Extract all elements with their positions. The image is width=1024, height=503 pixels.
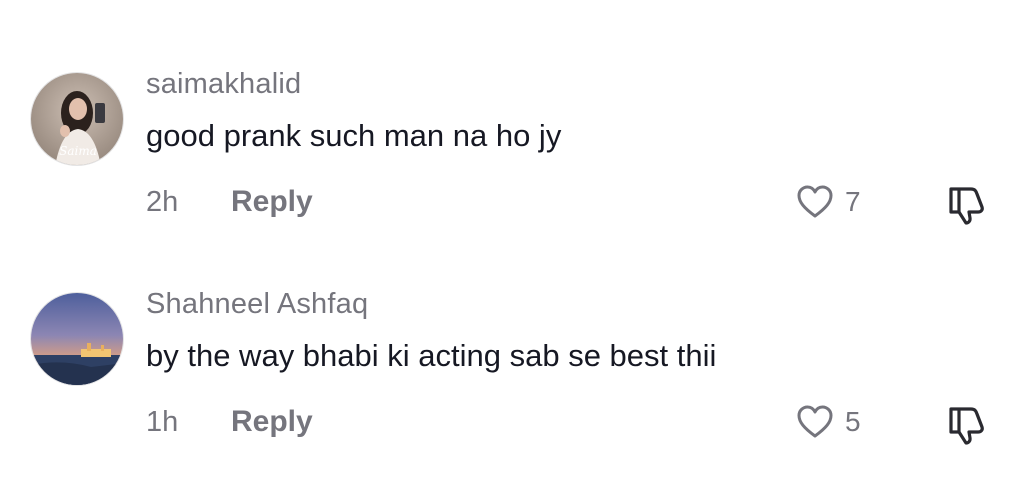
comment-item: Shahneel Ashfaq by the way bhabi ki acti… bbox=[0, 272, 1024, 472]
heart-outline-icon bbox=[797, 405, 833, 438]
comment-time: 1h bbox=[146, 406, 179, 438]
thumbs-down-icon bbox=[949, 187, 984, 225]
comment-text: good prank such man na ho jy bbox=[146, 118, 562, 153]
like-count: 7 bbox=[845, 186, 861, 217]
comment-item: Saima saimakhalid good prank such man na… bbox=[0, 52, 1024, 252]
comment-time: 2h bbox=[146, 186, 179, 218]
like-count: 5 bbox=[845, 406, 861, 437]
avatar-photo bbox=[31, 293, 123, 385]
avatar-caption: Saima bbox=[59, 144, 97, 158]
comment-username[interactable]: Shahneel Ashfaq bbox=[146, 288, 368, 321]
comment-username[interactable]: saimakhalid bbox=[146, 68, 301, 101]
dislike-button[interactable] bbox=[944, 182, 988, 226]
avatar[interactable]: Saima bbox=[30, 72, 124, 166]
dislike-button[interactable] bbox=[944, 402, 988, 446]
heart-outline-icon bbox=[797, 185, 833, 218]
like-button[interactable]: 5 bbox=[795, 400, 861, 444]
reply-button[interactable]: Reply bbox=[231, 405, 313, 439]
thumbs-down-icon bbox=[949, 407, 984, 445]
like-button[interactable]: 7 bbox=[795, 180, 861, 224]
reply-button[interactable]: Reply bbox=[231, 185, 313, 219]
avatar-photo: Saima bbox=[31, 73, 123, 165]
comment-text: by the way bhabi ki acting sab se best t… bbox=[146, 338, 717, 373]
avatar[interactable] bbox=[30, 292, 124, 386]
